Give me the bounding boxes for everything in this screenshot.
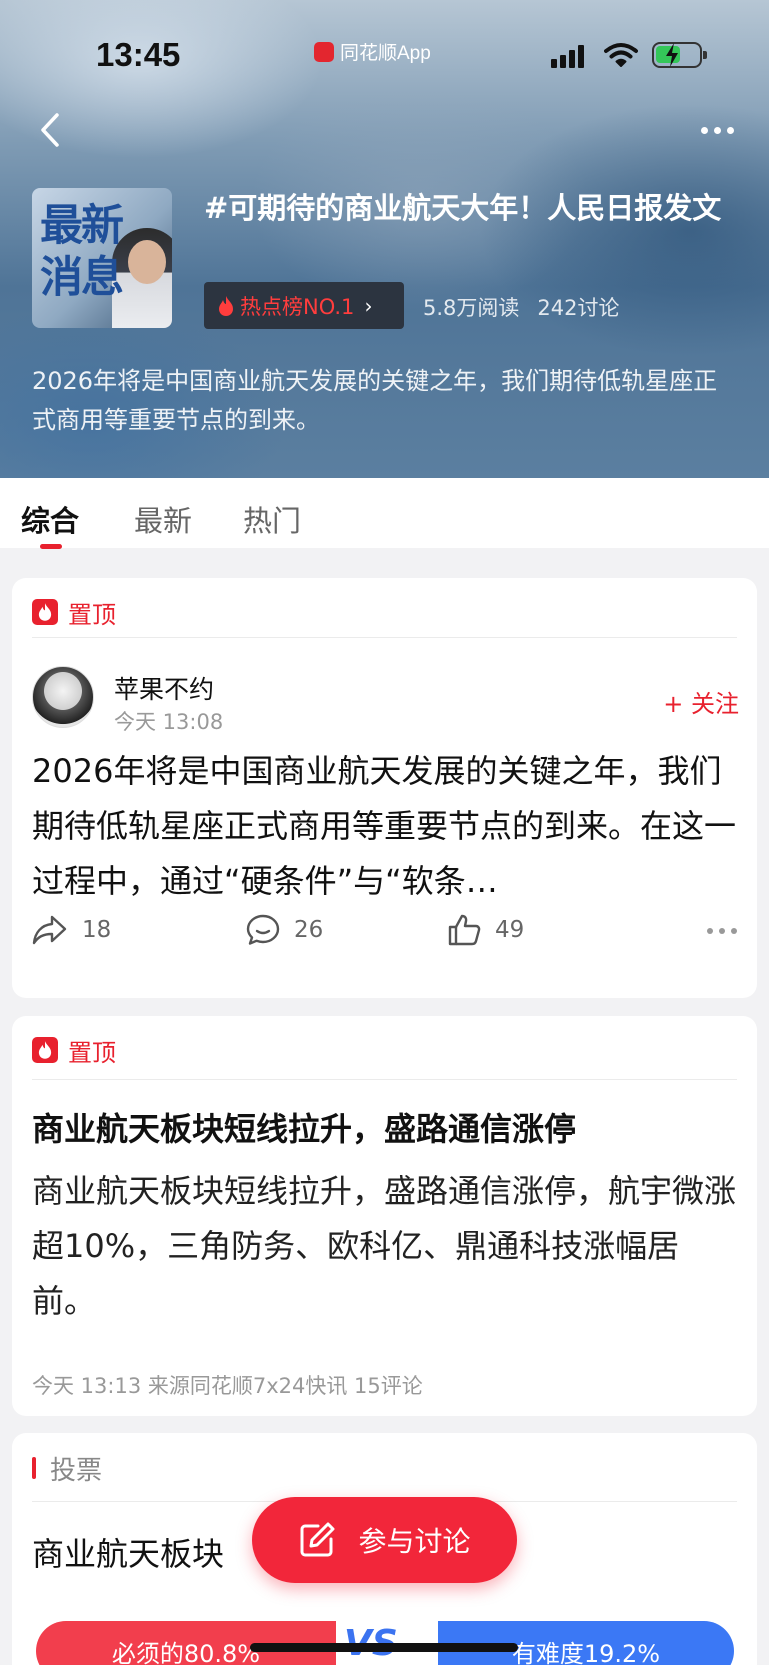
follow-button[interactable]: + 关注 [663, 684, 739, 719]
pinned-tag: 置顶 [32, 596, 116, 629]
post-actions: 18 26 49 [32, 914, 737, 954]
topic-description: 2026年将是中国商业航天发展的关键之年，我们期待低轨星座正式商用等重要节点的到… [32, 367, 718, 434]
join-discussion-label: 参与讨论 [358, 1525, 471, 1558]
like-button[interactable]: 49 [447, 914, 524, 946]
flame-icon [32, 1037, 58, 1063]
app-logo-icon [314, 41, 334, 62]
tab-latest[interactable]: 最新 [134, 498, 192, 540]
flame-icon [219, 295, 233, 316]
avatar[interactable] [32, 666, 94, 728]
comment-count: 26 [294, 917, 324, 943]
topic-title: #可期待的商业航天大年！人民日报发文 [204, 191, 722, 225]
flame-icon [32, 599, 58, 625]
news-title[interactable]: 商业航天板块短线拉升，盛路通信涨停 [32, 1104, 737, 1150]
pinned-news-card[interactable]: 置顶 商业航天板块短线拉升，盛路通信涨停 商业航天板块短线拉升，盛路通信涨停，航… [12, 1016, 757, 1416]
pinned-label: 置顶 [68, 600, 116, 629]
topic-header: 13:45 同花顺App 最新消息 #可期待的商业航天大年！人民日报发文 热点榜… [0, 0, 769, 478]
chevron-left-icon [41, 113, 59, 147]
news-meta: 今天 13:13 来源同花顺7x24快讯 15评论 [32, 1374, 423, 1398]
join-discussion-button[interactable]: 参与讨论 [252, 1497, 517, 1583]
home-indicator [250, 1643, 518, 1652]
more-options-button[interactable] [695, 110, 739, 150]
like-count: 49 [495, 917, 525, 943]
tab-hot[interactable]: 热门 [243, 498, 301, 540]
tab-comprehensive[interactable]: 综合 [21, 498, 79, 540]
post-body[interactable]: 2026年将是中国商业航天发展的关键之年，我们期待低轨星座正式商用等重要节点的到… [32, 744, 737, 909]
pinned-tag: 置顶 [32, 1034, 116, 1067]
share-count: 18 [82, 917, 112, 943]
cellular-signal-icon [551, 44, 584, 68]
thumbnail-text: 最新消息 [40, 201, 124, 303]
post-time: 今天 13:08 [114, 710, 224, 734]
vote-question: 商业航天板块 [32, 1535, 225, 1573]
read-count: 5.8万阅读 [423, 296, 520, 320]
post-more-button[interactable] [707, 928, 737, 934]
active-tab-indicator [40, 544, 62, 549]
author-name[interactable]: 苹果不约 [114, 670, 214, 706]
edit-icon [300, 1522, 335, 1557]
battery-icon [652, 42, 707, 68]
hot-rank-label: 热点榜NO.1 [240, 294, 355, 319]
topic-stats: 5.8万阅读 242讨论 [423, 292, 620, 322]
back-button[interactable] [30, 110, 70, 150]
share-button[interactable]: 18 [32, 914, 111, 946]
comment-icon [246, 914, 280, 945]
thumbs-up-icon [448, 914, 481, 946]
status-time: 13:45 [96, 36, 181, 73]
vote-header: 投票 [32, 1451, 103, 1486]
news-body[interactable]: 商业航天板块短线拉升，盛路通信涨停，航宇微涨超10%，三角防务、欧科亿、鼎通科技… [32, 1164, 737, 1329]
vote-label: 投票 [50, 1455, 103, 1486]
feed-tabs: 综合 最新 热门 [0, 478, 769, 549]
comment-button[interactable]: 26 [246, 914, 323, 946]
status-app-indicator[interactable]: 同花顺App [314, 38, 431, 65]
discussion-count: 242讨论 [537, 296, 620, 320]
pinned-label: 置顶 [68, 1038, 116, 1067]
wifi-icon [604, 43, 638, 67]
status-app-name: 同花顺App [340, 43, 431, 64]
pinned-post-card[interactable]: 置顶 苹果不约 今天 13:08 + 关注 2026年将是中国商业航天发展的关键… [12, 578, 757, 998]
topic-thumbnail: 最新消息 [32, 188, 172, 328]
chevron-right-icon: › [364, 293, 373, 318]
share-icon [32, 915, 67, 945]
hot-rank-badge[interactable]: 热点榜NO.1 › [204, 282, 404, 329]
